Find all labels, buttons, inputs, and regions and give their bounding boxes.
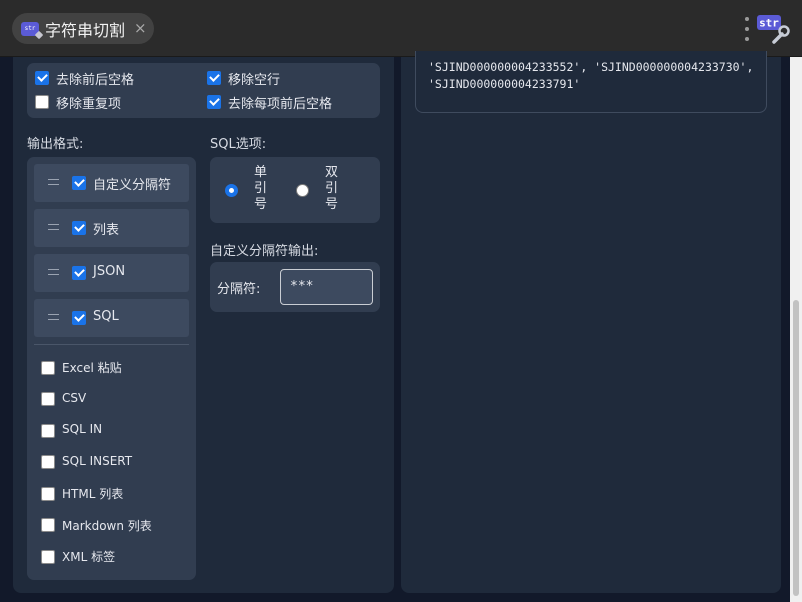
sql-options-heading: SQL选项: [210, 137, 267, 152]
close-icon[interactable]: × [134, 21, 147, 36]
sql-options-box: 单引号 双引号 [210, 157, 380, 223]
single-quote-radio[interactable] [225, 184, 238, 197]
format-label: 列表 [93, 223, 120, 238]
trim-each-label: 去除每项前后空格 [228, 97, 333, 112]
remove-empty-lines-checkbox[interactable] [207, 71, 221, 85]
format-label-sql-insert: SQL INSERT [62, 454, 133, 468]
format-label-markdown: Markdown 列表 [62, 519, 152, 533]
dedupe-label: 移除重复项 [56, 97, 122, 112]
svg-text:str: str [759, 17, 779, 30]
format-item-json[interactable]: JSON [34, 254, 189, 292]
format-label: JSON [93, 264, 126, 279]
format-checkbox-csv[interactable] [41, 392, 55, 406]
scrollbar-thumb[interactable] [793, 300, 799, 596]
format-checkbox-html[interactable] [41, 487, 55, 501]
trim-checkbox[interactable] [35, 71, 49, 85]
format-checkbox[interactable] [72, 221, 86, 235]
format-checkbox[interactable] [72, 266, 86, 280]
double-quote-radio[interactable] [296, 184, 309, 197]
format-checkbox-excel[interactable] [41, 361, 55, 375]
divider [34, 344, 189, 345]
format-checkbox[interactable] [72, 176, 86, 190]
format-checkbox-xml[interactable] [41, 550, 55, 564]
output-text[interactable]: 'SJIND000000004233552', 'SJIND0000000042… [428, 59, 764, 93]
drag-handle-icon[interactable] [48, 224, 59, 230]
trim-label: 去除前后空格 [56, 73, 135, 88]
drag-handle-icon[interactable] [48, 179, 59, 185]
output-line: 'SJIND000000004233791' [428, 77, 581, 91]
format-checkbox-markdown[interactable] [41, 518, 55, 532]
processing-options: 去除前后空格 移除空行 移除重复项 去除每项前后空格 [27, 63, 380, 118]
app-logo-icon[interactable]: str [756, 14, 790, 44]
format-label: 自定义分隔符 [93, 178, 172, 193]
format-checkbox-sql-in[interactable] [41, 424, 55, 438]
format-label-xml: XML 标签 [62, 550, 116, 564]
format-label-sql-in: SQL IN [62, 422, 103, 436]
separator-label: 分隔符: [217, 282, 261, 297]
drag-handle-icon[interactable] [48, 314, 59, 320]
output-panel: 'SJIND000000004233552', 'SJIND0000000042… [401, 51, 781, 593]
string-tool-icon: str [21, 21, 39, 36]
dedupe-checkbox[interactable] [35, 95, 49, 109]
separator-input[interactable]: *** [280, 269, 373, 305]
output-format-heading: 输出格式: [27, 137, 84, 152]
title-bar: str 字符串切割 × str [0, 0, 802, 57]
format-label-html: HTML 列表 [62, 487, 124, 501]
output-format-list: 自定义分隔符 列表 JSON SQL Excel 粘贴 CSV SQL IN S… [27, 157, 196, 580]
format-label-csv: CSV [62, 391, 87, 405]
single-quote-label: 单引号 [254, 165, 268, 212]
format-item-custom-separator[interactable]: 自定义分隔符 [34, 164, 189, 202]
double-quote-label: 双引号 [325, 165, 339, 212]
output-line: 'SJIND000000004233552', 'SJIND0000000042… [428, 60, 754, 74]
tab-string-split[interactable]: str 字符串切割 × [12, 13, 154, 44]
options-panel: 去除前后空格 移除空行 移除重复项 去除每项前后空格 输出格式: 自定义分隔符 … [13, 57, 394, 593]
output-result-box[interactable]: 'SJIND000000004233552', 'SJIND0000000042… [415, 51, 767, 113]
format-checkbox-sql-insert[interactable] [41, 455, 55, 469]
drag-handle-icon[interactable] [48, 269, 59, 275]
custom-separator-heading: 自定义分隔符输出: [210, 244, 319, 259]
format-item-sql[interactable]: SQL [34, 299, 189, 337]
format-item-list[interactable]: 列表 [34, 209, 189, 247]
format-label: SQL [93, 309, 119, 324]
tab-title: 字符串切割 [45, 20, 126, 40]
custom-separator-box: 分隔符: *** [210, 262, 380, 312]
more-options-icon[interactable] [744, 17, 750, 41]
trim-each-checkbox[interactable] [207, 95, 221, 109]
format-checkbox[interactable] [72, 311, 86, 325]
remove-empty-lines-label: 移除空行 [228, 73, 281, 88]
format-label-excel: Excel 粘贴 [62, 361, 122, 375]
